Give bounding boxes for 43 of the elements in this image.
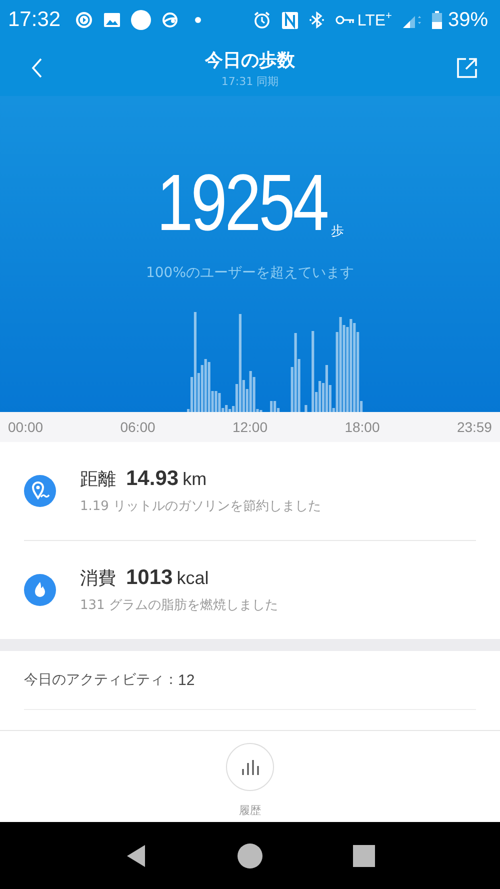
sync-time: 17:31 同期 [221,74,279,88]
axis-label: 12:00 [232,419,268,435]
axis-label: 18:00 [344,419,380,435]
stat-note: 131 グラムの脂肪を燃焼しました [80,597,278,614]
nfc-icon [281,10,300,30]
network-type: LTE$^{+}$ [357,10,392,30]
history-label: 履歴 [239,803,261,818]
stat-label: 距離 [80,468,116,491]
flame-icon [24,574,56,606]
step-unit: 歩 [331,223,344,240]
activity-count: 12 [178,672,195,688]
clock-time: 17:32 [8,8,61,32]
axis-label: 23:59 [456,419,492,435]
histogram-bar [304,405,308,412]
alarm-clock-icon [253,11,272,29]
image-icon [102,11,121,29]
bar-chart-icon [242,760,258,774]
location-pin-icon [24,475,56,507]
battery-percent: 39% [448,8,488,32]
stat-unit: kcal [176,568,209,589]
step-count: 19254 [156,162,327,244]
circle-icon [130,10,151,30]
battery-icon [432,11,442,29]
page-title: 今日の歩数 [205,48,295,72]
bluetooth-icon [309,11,326,29]
ranking-note: 100%のユーザーを超えています [146,264,354,282]
stat-value: 14.93 [126,467,179,491]
globe-icon [160,11,179,29]
recents-square-icon[interactable] [353,844,375,866]
dot-icon [194,17,201,23]
stat-note: 1.19 リットルのガソリンを節約しました [80,498,322,515]
stat-label: 消費 [80,567,116,590]
activity-label: 今日のアクティビティ： [24,671,178,689]
axis-label: 06:00 [120,419,156,435]
axis-label: 00:00 [8,419,44,435]
home-circle-icon[interactable] [237,842,263,868]
stat-unit: km [182,469,207,490]
back-triangle-icon[interactable] [125,842,147,868]
history-button[interactable] [226,743,274,791]
stat-value: 1013 [126,566,173,590]
back-icon[interactable] [30,57,44,79]
share-icon[interactable] [456,57,478,79]
play-circle-icon [74,11,93,29]
